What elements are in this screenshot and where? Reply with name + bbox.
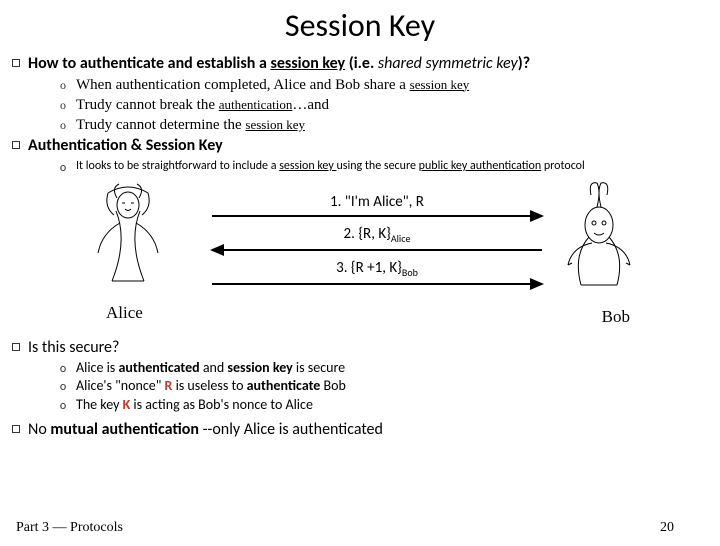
circle-bullet-icon: o [56, 117, 70, 135]
sub-bullet: o Alice's "nonce" R is useless to authen… [56, 377, 702, 396]
msg2-label: 2. {R, K}Alice [212, 225, 542, 245]
circle-bullet-icon: o [56, 159, 70, 177]
sub-bullet-explain: o It looks to be straightforward to incl… [56, 157, 702, 177]
sub-text: The key K is acting as Bob's nonce to Al… [76, 396, 313, 415]
square-bullet-icon [12, 141, 20, 149]
arrow-right-icon [212, 215, 542, 217]
arrow-left-icon [212, 249, 542, 251]
circle-bullet-icon: o [56, 77, 70, 95]
bullet-no-mutual: No mutual authentication --only Alice is… [12, 419, 702, 441]
slide-title: Session Key [0, 6, 720, 45]
bullet-auth-session-key: Authentication & Session Key [12, 135, 702, 157]
square-bullet-icon [12, 59, 20, 67]
sub-text: Alice's "nonce" R is useless to authenti… [76, 377, 346, 396]
msg3-label: 3. {R +1, K}Bob [212, 259, 542, 279]
slide-number: 20 [660, 520, 674, 536]
circle-bullet-icon: o [56, 97, 70, 115]
protocol-diagram: Alice Bob 1. "I'm Alice", R 2. {R, K}Ali… [12, 179, 702, 335]
slide-footer: Part 3 — Protocols 20 [0, 520, 720, 536]
arrow-right-icon [212, 283, 542, 285]
bob-illustration [544, 181, 654, 293]
circle-bullet-icon: o [56, 361, 70, 378]
sub-bullet: o Trudy cannot determine the session key [56, 115, 702, 135]
footer-left: Part 3 — Protocols [16, 520, 123, 536]
bullet-q-authenticate: How to authenticate and establish a sess… [12, 53, 702, 75]
sub-bullet: o When authentication completed, Alice a… [56, 75, 702, 95]
circle-bullet-icon: o [56, 379, 70, 396]
msg1-label: 1. "I'm Alice", R [212, 193, 542, 211]
sub-bullet: o Trudy cannot break the authentication…… [56, 95, 702, 115]
sub-text: Alice is authenticated and session key i… [76, 359, 345, 378]
slide-body: How to authenticate and establish a sess… [0, 53, 720, 441]
alice-label: Alice [106, 303, 143, 323]
sub-bullet: o The key K is acting as Bob's nonce to … [56, 396, 702, 415]
bob-label: Bob [602, 307, 630, 327]
alice-illustration [78, 183, 178, 293]
bullet-is-secure: Is this secure? [12, 337, 702, 359]
square-bullet-icon [12, 425, 20, 433]
circle-bullet-icon: o [56, 398, 70, 415]
square-bullet-icon [12, 343, 20, 351]
sub-bullet: o Alice is authenticated and session key… [56, 359, 702, 378]
